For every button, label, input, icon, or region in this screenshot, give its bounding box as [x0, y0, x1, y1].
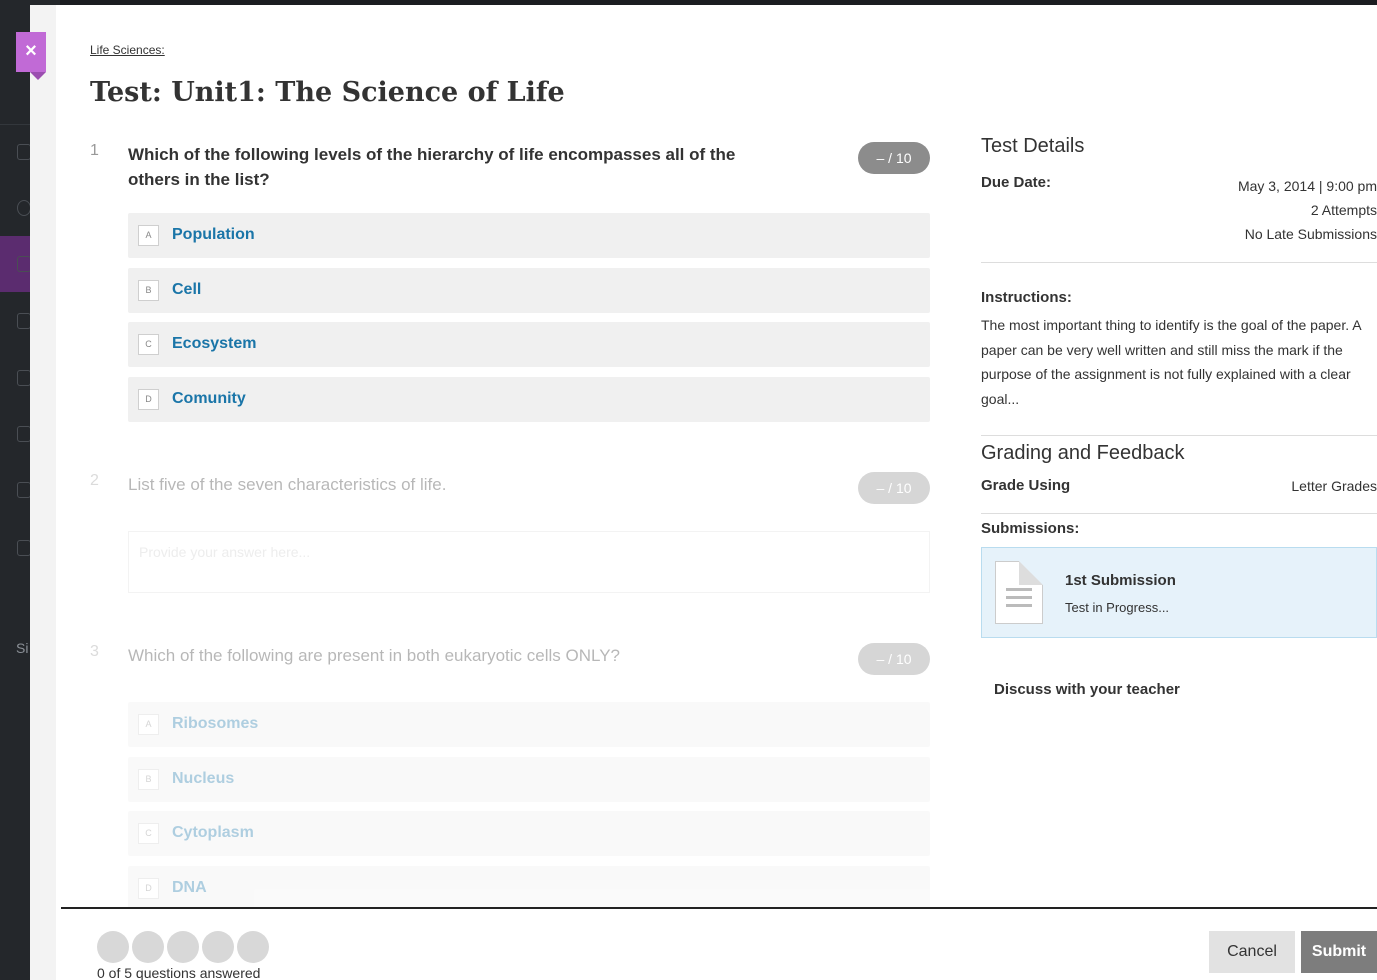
- submission-status: Test in Progress...: [1065, 600, 1170, 615]
- question-text: List five of the seven characteristics o…: [128, 475, 447, 494]
- grade-using-row: Grade Using Letter Grades: [981, 477, 1377, 513]
- submission-card[interactable]: 1st Submission Test in Progress...: [981, 547, 1377, 638]
- submission-title[interactable]: 1st Submission: [1065, 572, 1176, 589]
- test-details-heading: Test Details: [981, 135, 1085, 157]
- option-a[interactable]: A Ribosomes: [128, 702, 930, 747]
- option-letter: D: [138, 878, 159, 899]
- option-a[interactable]: A Population: [128, 213, 930, 258]
- option-label[interactable]: Cytoplasm: [172, 824, 254, 842]
- option-letter: A: [138, 225, 159, 246]
- divider: [981, 435, 1377, 436]
- courses-icon[interactable]: [17, 256, 31, 272]
- grade-using-value: Letter Grades: [1291, 478, 1377, 494]
- option-label[interactable]: Ecosystem: [172, 335, 257, 353]
- answer-input[interactable]: [129, 532, 929, 592]
- question-text: Which of the following levels of the hie…: [128, 145, 736, 189]
- divider: [981, 262, 1377, 263]
- progress-dot: [97, 931, 129, 963]
- score-badge: – / 10: [858, 472, 930, 504]
- close-icon[interactable]: ×: [25, 40, 37, 62]
- option-letter: B: [138, 769, 159, 790]
- grade-using-label: Grade Using: [981, 477, 1071, 494]
- calendar-icon[interactable]: [17, 370, 31, 386]
- option-letter: C: [138, 823, 159, 844]
- option-label[interactable]: Population: [172, 226, 255, 244]
- progress-dot: [237, 931, 269, 963]
- groups-icon[interactable]: [17, 313, 31, 329]
- test-panel: Life Sciences: Test: Unit1: The Science …: [30, 5, 1377, 980]
- grading-heading: Grading and Feedback: [981, 442, 1185, 464]
- option-d[interactable]: D Comunity: [128, 377, 930, 422]
- search-icon[interactable]: [17, 144, 31, 160]
- footer-bar: 0 of 5 questions answered Cancel Submit: [61, 907, 1377, 980]
- sign-out-link[interactable]: Si: [16, 640, 28, 656]
- score-badge: – / 10: [858, 142, 930, 174]
- option-c[interactable]: C Cytoplasm: [128, 811, 930, 856]
- option-b[interactable]: B Cell: [128, 268, 930, 313]
- option-letter: C: [138, 334, 159, 355]
- document-icon: [995, 561, 1043, 624]
- option-label[interactable]: Ribosomes: [172, 715, 258, 733]
- score-badge: – / 10: [858, 643, 930, 675]
- breadcrumb[interactable]: Life Sciences:: [90, 43, 165, 57]
- question-text: Which of the following are present in bo…: [128, 646, 620, 665]
- option-letter: D: [138, 389, 159, 410]
- globe-icon[interactable]: [17, 200, 31, 216]
- option-label[interactable]: Nucleus: [172, 770, 234, 788]
- cancel-button[interactable]: Cancel: [1209, 931, 1295, 973]
- option-d[interactable]: D DNA: [128, 866, 930, 911]
- question-3: 3 Which of the following are present in …: [90, 643, 930, 913]
- option-label[interactable]: Comunity: [172, 390, 246, 408]
- option-label[interactable]: Cell: [172, 281, 201, 299]
- attempts-value: 2 Attempts: [1310, 202, 1377, 218]
- progress-dots: [97, 931, 272, 968]
- question-number: 3: [90, 643, 99, 660]
- tools-icon[interactable]: [17, 540, 31, 556]
- option-c[interactable]: C Ecosystem: [128, 322, 930, 367]
- answer-field[interactable]: [128, 531, 930, 593]
- question-number: 2: [90, 472, 99, 489]
- question-2: 2 List five of the seven characteristics…: [90, 472, 930, 602]
- grades-icon[interactable]: [17, 482, 31, 498]
- page-title: Test: Unit1: The Science of Life: [90, 77, 565, 108]
- option-b[interactable]: B Nucleus: [128, 757, 930, 802]
- progress-dot: [202, 931, 234, 963]
- progress-dot: [132, 931, 164, 963]
- app-window: Si × Life Sciences: Test: Unit1: The Sci…: [0, 0, 1377, 980]
- instructions-text: The most important thing to identify is …: [981, 317, 1361, 407]
- instructions-label: Instructions:: [981, 289, 1072, 306]
- question-number: 1: [90, 142, 99, 159]
- divider: [981, 513, 1377, 514]
- option-letter: B: [138, 280, 159, 301]
- due-date-info: May 3, 2014 | 9:00 pm 2 Attempts No Late…: [1238, 174, 1377, 246]
- test-details: Test Details Due Date: May 3, 2014 | 9:0…: [981, 135, 1377, 698]
- due-date-label: Due Date:: [981, 174, 1052, 191]
- submit-button[interactable]: Submit: [1301, 931, 1377, 973]
- submissions-label: Submissions:: [981, 520, 1080, 537]
- messages-icon[interactable]: [17, 426, 31, 442]
- discuss-with-teacher-link[interactable]: Discuss with your teacher: [994, 681, 1180, 698]
- progress-label: 0 of 5 questions answered: [97, 965, 261, 980]
- option-letter: A: [138, 714, 159, 735]
- question-1: 1 Which of the following levels of the h…: [90, 142, 930, 422]
- due-date-row: Due Date: May 3, 2014 | 9:00 pm 2 Attemp…: [981, 174, 1377, 262]
- option-label[interactable]: DNA: [172, 879, 207, 897]
- close-panel-button[interactable]: ×: [16, 32, 46, 80]
- due-date-value: May 3, 2014 | 9:00 pm: [1237, 178, 1377, 194]
- late-policy-value: No Late Submissions: [1244, 226, 1377, 242]
- progress-dot: [167, 931, 199, 963]
